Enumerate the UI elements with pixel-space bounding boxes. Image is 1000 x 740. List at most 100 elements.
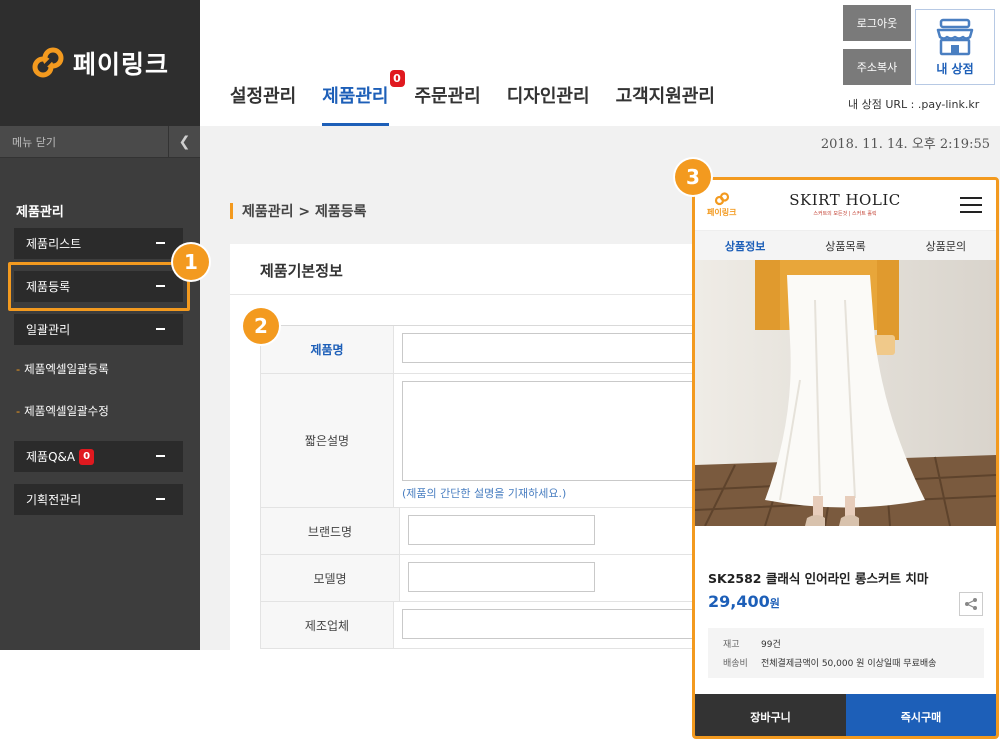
sidebar-item-label: 제품Q&A	[26, 450, 76, 464]
qa-count-badge: 0	[79, 448, 95, 465]
product-info-box: 재고 99건 배송비 전체결제금액이 50,000 원 이상일때 무료배송	[708, 628, 984, 678]
form-row-model: 모델명	[260, 555, 710, 602]
info-row-stock: 재고 99건	[723, 637, 969, 650]
shop-subtitle: 스커트의 모든것 | 스커트 홀릭	[813, 211, 877, 217]
price-value: 29,400	[708, 592, 770, 611]
shipping-label: 배송비	[723, 659, 748, 669]
page: 페이링크 메뉴 닫기 ❮ 제품관리 제품리스트 제품등록 일괄관리 - 제품엑셀일…	[0, 0, 1000, 740]
share-icon[interactable]	[959, 592, 983, 616]
main-tabs: 설정관리 제품관리 0 주문관리 디자인관리 고객지원관리	[230, 70, 741, 126]
short-desc-label: 짧은설명	[260, 374, 394, 507]
form-row-brand: 브랜드명	[260, 508, 710, 555]
step-marker-3: 3	[675, 159, 711, 195]
hamburger-menu-icon[interactable]	[960, 197, 982, 213]
tab-customer-support[interactable]: 고객지원관리	[616, 82, 715, 126]
shipping-value: 전체결제금액이 50,000 원 이상일때 무료배송	[761, 659, 937, 669]
product-tab-badge: 0	[389, 70, 405, 87]
product-price: 29,400원	[708, 592, 780, 611]
cart-button[interactable]: 장바구니	[695, 694, 846, 736]
paylink-logo-icon	[32, 47, 64, 78]
mobile-tab-product-list[interactable]: 상품목록	[795, 231, 895, 260]
brand-input[interactable]	[408, 515, 595, 545]
tab-orders[interactable]: 주문관리	[415, 82, 481, 126]
chevron-left-icon[interactable]: ❮	[168, 125, 200, 158]
current-datetime: 2018. 11. 14. 오후 2:19:55	[820, 137, 990, 152]
sidebar-subitem-label: 제품엑셀일괄수정	[24, 404, 109, 418]
sidebar-subitem-label: 제품엑셀일괄등록	[24, 362, 109, 376]
mobile-logo-text: 페이링크	[707, 208, 737, 217]
sidebar-subitem-excel-register[interactable]: - 제품엑셀일괄등록	[16, 361, 109, 377]
mobile-header: 페이링크 SKIRT HOLIC 스커트의 모든것 | 스커트 홀릭	[695, 180, 996, 230]
mobile-logo[interactable]: 페이링크	[707, 192, 736, 218]
price-unit: 원	[769, 597, 780, 610]
brand-name: 페이링크	[72, 50, 169, 79]
minus-icon	[156, 328, 165, 330]
sidebar-item-bulk-manage[interactable]: 일괄관리	[14, 314, 183, 345]
sidebar: 페이링크 메뉴 닫기 ❮ 제품관리 제품리스트 제품등록 일괄관리 - 제품엑셀일…	[0, 0, 200, 650]
stock-value: 99건	[761, 640, 781, 650]
brand[interactable]: 페이링크	[0, 0, 200, 126]
product-image	[695, 260, 996, 526]
product-form: 제품명 짧은설명 (제품의 간단한 설명을 기재하세요.) 브랜드명 모델명 제…	[260, 325, 710, 649]
sidebar-item-label: 기획전관리	[26, 493, 82, 507]
form-row-maker: 제조업체	[260, 602, 710, 649]
my-store-label: 내 상점	[936, 61, 974, 76]
tab-products[interactable]: 제품관리 0	[322, 70, 405, 126]
maker-input[interactable]	[402, 609, 702, 639]
form-field	[394, 602, 710, 648]
sidebar-subitem-excel-edit[interactable]: - 제품엑셀일괄수정	[16, 403, 109, 419]
minus-icon	[156, 242, 165, 244]
model-input[interactable]	[408, 562, 595, 592]
stock-label: 재고	[723, 640, 740, 650]
panel-title: 제품기본정보	[260, 262, 343, 280]
shop-brand[interactable]: SKIRT HOLIC 스커트의 모든것 | 스커트 홀릭	[775, 191, 915, 217]
menu-toggle[interactable]: 메뉴 닫기 ❮	[0, 125, 200, 158]
brand-label: 브랜드명	[260, 508, 400, 554]
mobile-tabs: 상품정보 상품목록 상품문의	[695, 230, 996, 260]
form-row-product-name: 제품명	[260, 326, 710, 374]
tab-settings[interactable]: 설정관리	[230, 82, 296, 126]
mobile-preview: 페이링크 SKIRT HOLIC 스커트의 모든것 | 스커트 홀릭 상품정보 …	[692, 177, 999, 739]
step-marker-2: 2	[243, 308, 279, 344]
short-desc-hint: (제품의 간단한 설명을 기재하세요.)	[402, 487, 567, 500]
breadcrumb-text: 제품관리 > 제품등록	[242, 204, 367, 220]
tab-design[interactable]: 디자인관리	[507, 82, 590, 126]
model-label: 모델명	[260, 555, 400, 601]
sidebar-item-label: 제품리스트	[26, 237, 82, 251]
form-field	[394, 326, 710, 373]
store-url: 내 상점 URL : .pay-link.kr	[848, 98, 980, 111]
product-title: SK2582 클래식 인어라인 롱스커트 치마	[708, 571, 929, 586]
divider	[230, 294, 710, 295]
copy-address-button[interactable]: 주소복사	[843, 49, 911, 85]
my-store-button[interactable]: 내 상점	[915, 9, 995, 85]
sidebar-item-label: 일괄관리	[26, 323, 71, 337]
step-marker-1: 1	[173, 244, 209, 280]
product-photo	[695, 260, 996, 526]
highlight-box-product-register	[8, 262, 190, 311]
breadcrumb: 제품관리 > 제품등록	[230, 201, 367, 221]
mobile-tab-product-inquiry[interactable]: 상품문의	[896, 231, 996, 260]
sidebar-item-exhibition[interactable]: 기획전관리	[14, 484, 183, 515]
sidebar-item-product-list[interactable]: 제품리스트	[14, 228, 183, 259]
form-row-short-desc: 짧은설명 (제품의 간단한 설명을 기재하세요.)	[260, 374, 710, 508]
paylink-logo-icon	[714, 192, 729, 206]
shop-name: SKIRT HOLIC	[789, 191, 901, 209]
short-desc-textarea[interactable]	[402, 381, 702, 481]
product-name-label: 제품명	[260, 326, 394, 373]
minus-icon	[156, 498, 165, 500]
info-row-shipping: 배송비 전체결제금액이 50,000 원 이상일때 무료배송	[723, 656, 969, 669]
tab-label: 제품관리	[322, 86, 389, 107]
breadcrumb-marker	[230, 203, 233, 219]
form-field	[400, 555, 710, 601]
sidebar-item-qa[interactable]: 제품Q&A 0	[14, 441, 183, 472]
maker-label: 제조업체	[260, 602, 394, 648]
product-name-input[interactable]	[402, 333, 702, 363]
minus-icon	[156, 455, 165, 457]
form-field: (제품의 간단한 설명을 기재하세요.)	[394, 374, 710, 507]
product-basic-info-panel: 제품기본정보 제품명 짧은설명 (제품의 간단한 설명을 기재하세요.) 브랜드…	[230, 244, 710, 650]
mobile-tab-product-info[interactable]: 상품정보	[695, 231, 795, 260]
form-field	[400, 508, 710, 554]
menu-toggle-label: 메뉴 닫기	[12, 135, 56, 149]
buy-now-button[interactable]: 즉시구매	[846, 694, 996, 736]
logout-button[interactable]: 로그아웃	[843, 5, 911, 41]
